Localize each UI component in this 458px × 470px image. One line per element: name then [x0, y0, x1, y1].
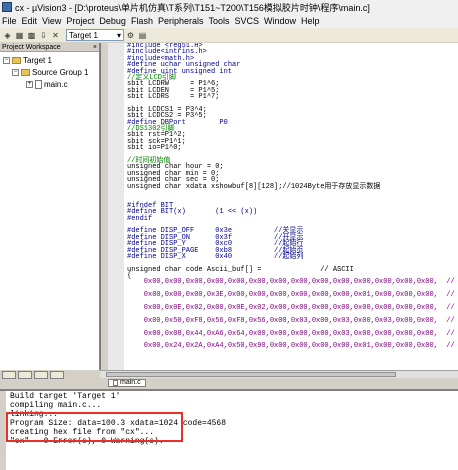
scrollbar-thumb[interactable]: [106, 372, 396, 377]
output-line: Build target 'Target 1': [10, 392, 121, 401]
workspace-title: Project Workspace: [2, 43, 61, 51]
code-line[interactable]: 040 0x00,0x00,0x00,0x3E,0x00,0x00,0x00,0…: [124, 291, 458, 300]
target-select-value: Target 1: [69, 30, 98, 40]
books-tab-icon[interactable]: [34, 371, 48, 379]
code-text: #endif: [127, 214, 153, 223]
build-icon[interactable]: ▦: [14, 30, 25, 41]
code-line[interactable]: 038 0x00,0x00,0x00,0x00,0x00,0x00,0x00,0…: [124, 278, 458, 287]
translate-icon[interactable]: ◈: [2, 30, 13, 41]
red-highlight-box: [6, 412, 183, 442]
rebuild-icon[interactable]: ▩: [26, 30, 37, 41]
file-extensions-icon[interactable]: ▤: [137, 30, 148, 41]
target-select[interactable]: Target 1 ▾: [66, 29, 124, 41]
workspace-tabs: [0, 370, 100, 380]
menu-file[interactable]: File: [2, 16, 17, 26]
code-text: unsigned char xdata xshowbuf[8][128];//1…: [127, 182, 381, 191]
code-line[interactable]: 048 0x00,0x24,0x2A,0xA4,0x50,0x90,0x00,0…: [124, 342, 458, 351]
tree-target-label: Target 1: [23, 55, 52, 65]
horizontal-scrollbar[interactable]: [100, 370, 458, 378]
target-folder-icon: [12, 56, 21, 64]
code-text: #define DISP_X 0x40 //起始列: [127, 252, 304, 261]
menu-flash[interactable]: Flash: [131, 16, 153, 26]
project-workspace: Project Workspace × − Target 1 − Source …: [0, 43, 100, 370]
code-text: unsigned char code Ascii_buf[] = // ASCI…: [127, 265, 354, 274]
menu-help[interactable]: Help: [301, 16, 320, 26]
window-title: cx - µVision3 - [D:\proteus\单片机仿真\T系列\T1…: [15, 2, 370, 13]
code-line[interactable]: 050: [124, 356, 458, 362]
code-text: 0x00,0x0E,0x02,0x00,0x0E,0x02,0x00,0x00,…: [127, 304, 458, 313]
menu-svcs[interactable]: SVCS: [235, 16, 260, 26]
stop-build-icon[interactable]: ✕: [50, 30, 61, 41]
workspace-header: Project Workspace ×: [0, 43, 99, 52]
line-number-column: [108, 43, 124, 370]
tree-file-label: main.c: [44, 79, 68, 89]
files-tab-icon[interactable]: [2, 371, 16, 379]
c-file-icon: [113, 379, 118, 386]
code-line[interactable]: 042 0x00,0x0E,0x02,0x00,0x0E,0x02,0x00,0…: [124, 304, 458, 313]
collapse-icon[interactable]: −: [12, 68, 19, 76]
menu-window[interactable]: Window: [264, 16, 296, 26]
code-line[interactable]: 046 0x00,0x08,0x44,0xA6,0x64,0x00,0x00,0…: [124, 329, 458, 338]
editor-tab-main-c[interactable]: main.c: [108, 378, 146, 387]
code-area[interactable]: 001#include <reg51.H>002#include<intrins…: [124, 43, 458, 370]
tree-item-target[interactable]: − Target 1: [0, 54, 99, 66]
toolbar: ◈ ▦ ▩ ⇩ ✕ Target 1 ▾ ⚙ ▤: [0, 28, 458, 42]
title-bar: cx - µVision3 - [D:\proteus\单片机仿真\T系列\T1…: [0, 0, 458, 14]
tree-item-main-c[interactable]: + main.c: [0, 78, 99, 90]
code-text: 0x00,0x00,0x00,0x3E,0x00,0x00,0x00,0x00,…: [127, 291, 458, 300]
menu-project[interactable]: Project: [66, 16, 94, 26]
c-file-icon: [35, 79, 42, 89]
project-tree: − Target 1 − Source Group 1 + main.c: [0, 52, 99, 90]
code-text: sbit io=P1^0;: [127, 144, 182, 153]
menu-debug[interactable]: Debug: [99, 16, 126, 26]
code-editor[interactable]: 001#include <reg51.H>002#include<intrins…: [100, 43, 458, 370]
editor-gutter: [101, 43, 108, 370]
menu-peripherals[interactable]: Peripherals: [158, 16, 204, 26]
tree-group-label: Source Group 1: [32, 67, 89, 77]
editor-tabs: main.c: [100, 378, 458, 387]
target-options-icon[interactable]: ⚙: [125, 30, 136, 41]
build-output-window: Build target 'Target 1' compiling main.c…: [0, 389, 458, 470]
regs-tab-icon[interactable]: [18, 371, 32, 379]
menu-tools[interactable]: Tools: [208, 16, 229, 26]
code-text: 0x00,0x24,0x2A,0xA4,0x50,0x90,0x00,0x00,…: [127, 342, 458, 351]
uvision-app-icon: [2, 2, 12, 12]
close-icon[interactable]: ×: [93, 44, 97, 51]
code-text: 0x00,0x08,0x44,0xA6,0x64,0x00,0x00,0x00,…: [127, 329, 458, 338]
menu-edit[interactable]: Edit: [22, 16, 38, 26]
menu-bar: File Edit View Project Debug Flash Perip…: [0, 14, 458, 28]
editor-tab-label: main.c: [120, 378, 141, 386]
code-text: sbit LCDRS = P1^7;: [127, 93, 220, 102]
code-text: 0x00,0x50,0xF8,0x56,0xF8,0x56,0x00,0x03,…: [127, 316, 458, 325]
functions-tab-icon[interactable]: [50, 371, 64, 379]
menu-view[interactable]: View: [42, 16, 61, 26]
download-icon[interactable]: ⇩: [38, 30, 49, 41]
output-line: compiling main.c...: [10, 401, 102, 410]
code-text: 0x00,0x00,0x00,0x00,0x00,0x00,0x00,0x00,…: [127, 278, 458, 287]
tree-item-source-group[interactable]: − Source Group 1: [0, 66, 99, 78]
collapse-icon[interactable]: −: [3, 56, 10, 64]
chevron-down-icon: ▾: [116, 30, 121, 40]
code-line[interactable]: 044 0x00,0x50,0xF8,0x56,0xF8,0x56,0x00,0…: [124, 316, 458, 325]
folder-icon: [21, 68, 30, 76]
expand-icon[interactable]: +: [26, 80, 33, 88]
